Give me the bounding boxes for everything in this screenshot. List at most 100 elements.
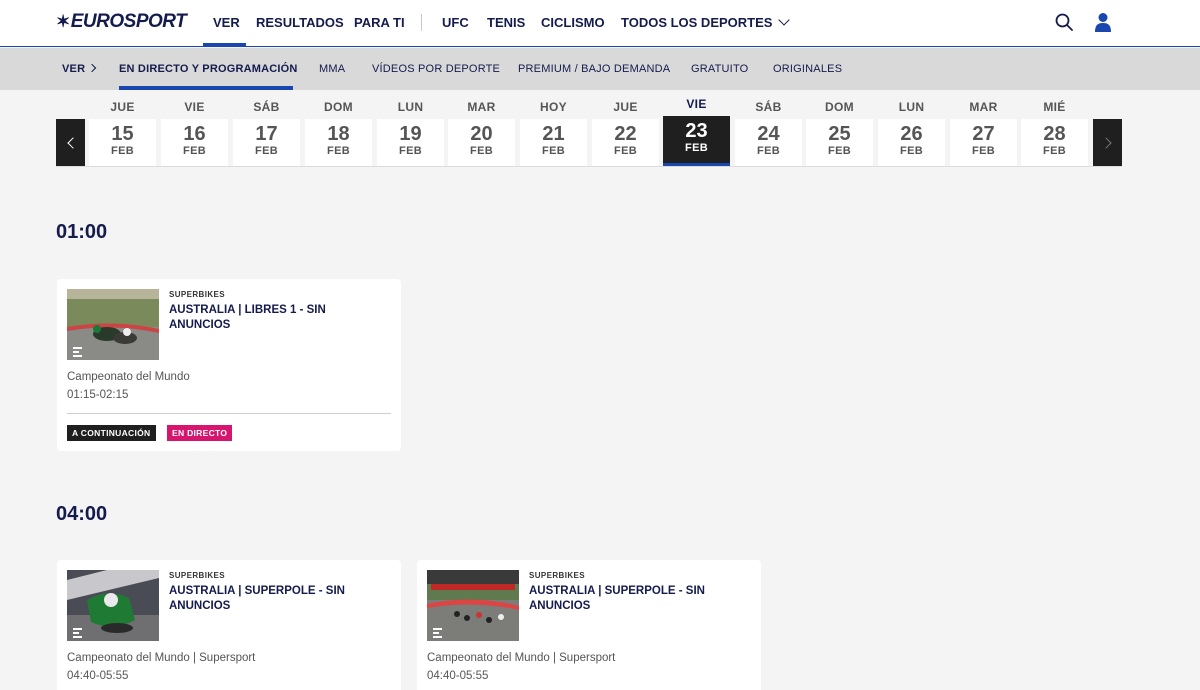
date-month: FEB [828, 145, 851, 157]
date-day-name: JUE [613, 100, 638, 114]
event-sport: SUPERBIKES [529, 571, 586, 580]
date-number: 19 [399, 123, 422, 145]
date-day-name: DOM [324, 100, 353, 114]
top-navigation: ✶ EUROSPORT VER RESULTADOS PARA TI UFC TE… [0, 0, 1200, 47]
event-competition: Campeonato del Mundo | Supersport [67, 652, 256, 664]
event-thumbnail [427, 570, 519, 641]
date-day-name: SÁB [755, 100, 782, 114]
eurosport-logo[interactable]: ✶ EUROSPORT [56, 11, 187, 33]
event-title[interactable]: AUSTRALIA | SUPERPOLE - SIN ANUNCIOS [169, 584, 389, 613]
date-month: FEB [399, 145, 422, 157]
event-title[interactable]: AUSTRALIA | SUPERPOLE - SIN ANUNCIOS [529, 584, 749, 613]
date-box: 15 FEB [89, 119, 156, 166]
event-hours: 04:40-05:55 [67, 670, 129, 682]
date-prev-button[interactable] [56, 119, 85, 166]
date-day-name: HOY [540, 100, 567, 114]
date-month: FEB [900, 145, 923, 157]
badge-live: EN DIRECTO [167, 425, 233, 441]
event-hours: 04:40-05:55 [427, 670, 489, 682]
nav-item-ver[interactable]: VER [213, 15, 240, 30]
date-box: 22 FEB [592, 119, 659, 166]
date-month: FEB [470, 145, 493, 157]
date-month: FEB [685, 142, 708, 154]
superbike-thumbnail-image [67, 289, 159, 360]
chevron-right-icon [1099, 136, 1112, 149]
date-next-button[interactable] [1093, 119, 1122, 166]
subnav-item-videos[interactable]: VÍDEOS POR DEPORTE [372, 63, 500, 75]
date-box: 28 FEB [1021, 119, 1088, 166]
date-month: FEB [614, 145, 637, 157]
date-box: 21 FEB [520, 119, 587, 166]
event-title[interactable]: AUSTRALIA | LIBRES 1 - SIN ANUNCIOS [169, 303, 389, 332]
date-number: 18 [327, 123, 350, 145]
date-day-name: VIE [686, 97, 707, 111]
date-month: FEB [255, 145, 278, 157]
date-day-name: DOM [825, 100, 854, 114]
date-month: FEB [1043, 145, 1066, 157]
date-day-name: LUN [397, 100, 424, 114]
date-day-name: MAR [467, 100, 496, 114]
nav-divider [421, 14, 422, 31]
date-box: 18 FEB [305, 119, 372, 166]
date-strip-divider [56, 166, 1122, 167]
date-day-name: VIE [184, 100, 205, 114]
date-number: 20 [470, 123, 493, 145]
nav-item-resultados[interactable]: RESULTADOS [256, 15, 344, 30]
nav-item-ufc[interactable]: UFC [442, 15, 469, 30]
nav-item-ciclismo[interactable]: CICLISMO [541, 15, 605, 30]
date-month: FEB [327, 145, 350, 157]
date-month: FEB [183, 145, 206, 157]
date-day-name: MIÉ [1043, 100, 1066, 114]
superbike-thumbnail-image [67, 570, 159, 641]
chevron-down-icon [778, 14, 791, 26]
event-card[interactable]: SUPERBIKES AUSTRALIA | SUPERPOLE - SIN A… [417, 560, 761, 690]
event-competition: Campeonato del Mundo | Supersport [427, 652, 616, 664]
nav-active-indicator [203, 43, 246, 47]
event-sport: SUPERBIKES [169, 571, 226, 580]
date-number: 27 [972, 123, 995, 145]
subnav-item-gratuito[interactable]: GRATUITO [691, 63, 748, 75]
date-day-name: MAR [969, 100, 998, 114]
date-number: 26 [900, 123, 923, 145]
star-logo-icon: ✶ [56, 12, 70, 31]
nav-item-tenis[interactable]: TENIS [487, 15, 525, 30]
date-box: 17 FEB [233, 119, 300, 166]
date-month: FEB [542, 145, 565, 157]
date-number: 16 [183, 123, 206, 145]
date-number: 15 [111, 123, 134, 145]
time-slot-heading: 04:00 [56, 503, 108, 525]
subnav-item-mma[interactable]: MMA [319, 63, 345, 75]
nav-item-para-ti[interactable]: PARA TI [354, 15, 405, 30]
date-box: 16 FEB [161, 119, 228, 166]
user-icon[interactable] [1094, 12, 1112, 32]
subnav-item-originales[interactable]: ORIGINALES [773, 63, 842, 75]
event-card[interactable]: SUPERBIKES AUSTRALIA | SUPERPOLE - SIN A… [57, 560, 401, 690]
date-box: 27 FEB [950, 119, 1017, 166]
date-box: 20 FEB [448, 119, 515, 166]
event-competition: Campeonato del Mundo [67, 371, 190, 383]
date-box: 24 FEB [735, 119, 802, 166]
date-number: 28 [1043, 123, 1066, 145]
subnav-item-en-directo[interactable]: EN DIRECTO Y PROGRAMACIÓN [119, 63, 298, 75]
date-month: FEB [757, 145, 780, 157]
subnav-item-premium[interactable]: PREMIUM / BAJO DEMANDA [518, 63, 670, 75]
date-month: FEB [972, 145, 995, 157]
logo-text: EUROSPORT [70, 11, 187, 32]
date-day-name: SÁB [253, 100, 280, 114]
event-thumbnail [67, 570, 159, 641]
nav-item-todos-los-deportes[interactable]: TODOS LOS DEPORTES [621, 14, 791, 30]
date-number: 21 [542, 123, 565, 145]
subnav-active-indicator [119, 86, 293, 90]
event-hours: 01:15-02:15 [67, 389, 129, 401]
date-number: 23 [685, 120, 708, 142]
subnav-root-ver[interactable]: VER [62, 63, 85, 75]
date-box: 23 FEB [663, 116, 730, 163]
search-icon[interactable] [1055, 13, 1073, 31]
date-box: 19 FEB [377, 119, 444, 166]
date-box: 25 FEB [806, 119, 873, 166]
badge-next: A CONTINUACIÓN [67, 425, 156, 441]
date-number: 22 [614, 123, 637, 145]
date-day-name: LUN [898, 100, 925, 114]
sub-navigation: VER EN DIRECTO Y PROGRAMACIÓN MMA VÍDEOS… [0, 48, 1200, 90]
event-card[interactable]: SUPERBIKES AUSTRALIA | LIBRES 1 - SIN AN… [57, 279, 401, 451]
